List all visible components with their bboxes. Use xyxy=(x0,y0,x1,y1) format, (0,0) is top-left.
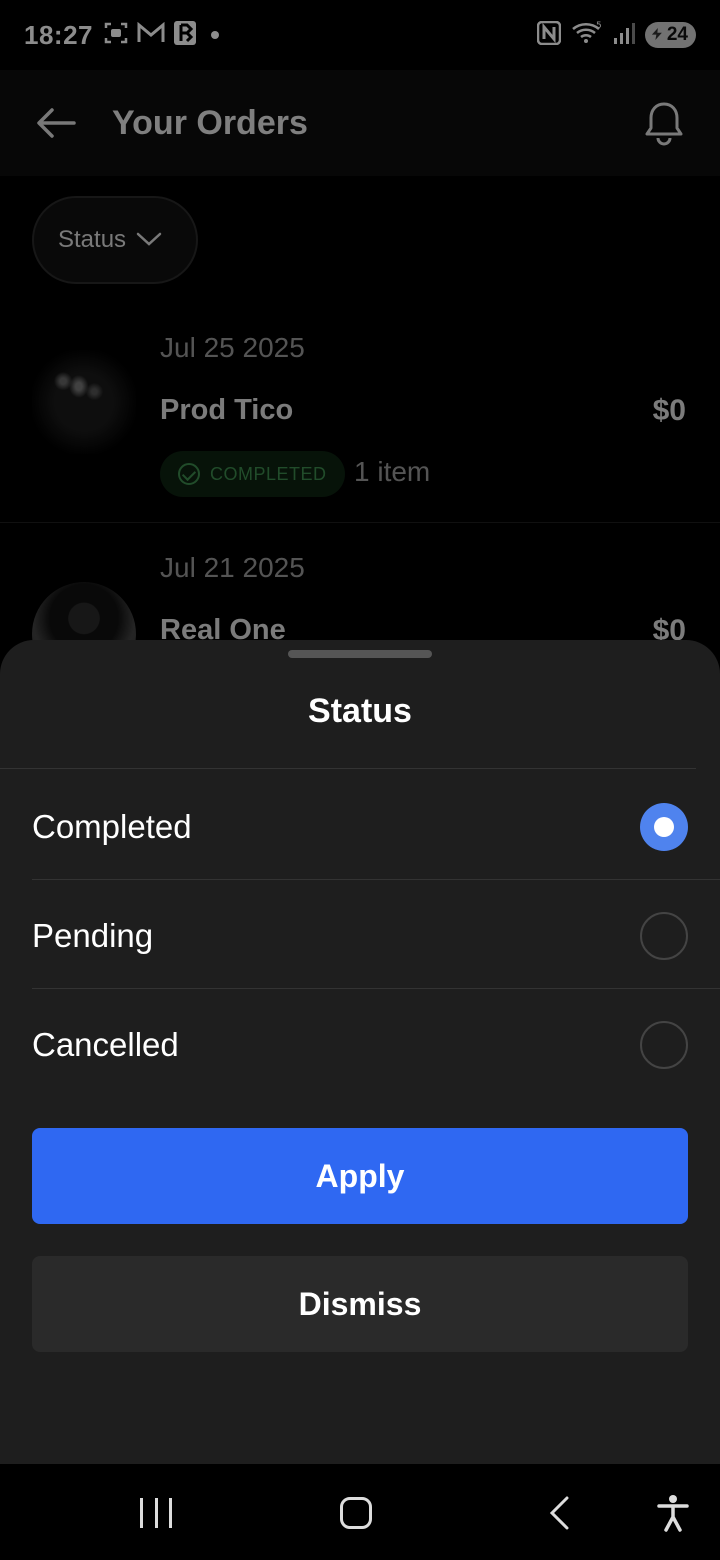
option-label: Cancelled xyxy=(32,1025,179,1063)
recents-icon[interactable] xyxy=(140,1498,172,1528)
option-pending[interactable]: Pending xyxy=(32,881,720,990)
radio-unselected[interactable] xyxy=(640,1020,688,1069)
divider xyxy=(0,768,696,769)
option-cancelled[interactable]: Cancelled xyxy=(32,990,720,1099)
radio-unselected[interactable] xyxy=(640,911,688,960)
drag-handle[interactable] xyxy=(288,650,432,658)
apply-button[interactable]: Apply xyxy=(32,1128,688,1224)
divider xyxy=(32,879,720,880)
back-icon[interactable] xyxy=(548,1496,570,1530)
status-bottom-sheet: Status Completed Pending Cancelled Apply… xyxy=(0,640,720,1464)
option-label: Pending xyxy=(32,916,154,954)
option-label: Completed xyxy=(32,807,192,845)
dismiss-button[interactable]: Dismiss xyxy=(32,1256,688,1352)
system-nav-bar xyxy=(0,1464,720,1560)
option-completed[interactable]: Completed xyxy=(32,772,720,881)
accessibility-icon[interactable] xyxy=(656,1494,690,1532)
sheet-title: Status xyxy=(308,692,412,730)
radio-selected[interactable] xyxy=(640,802,688,851)
home-icon[interactable] xyxy=(340,1497,372,1529)
divider xyxy=(32,988,720,989)
